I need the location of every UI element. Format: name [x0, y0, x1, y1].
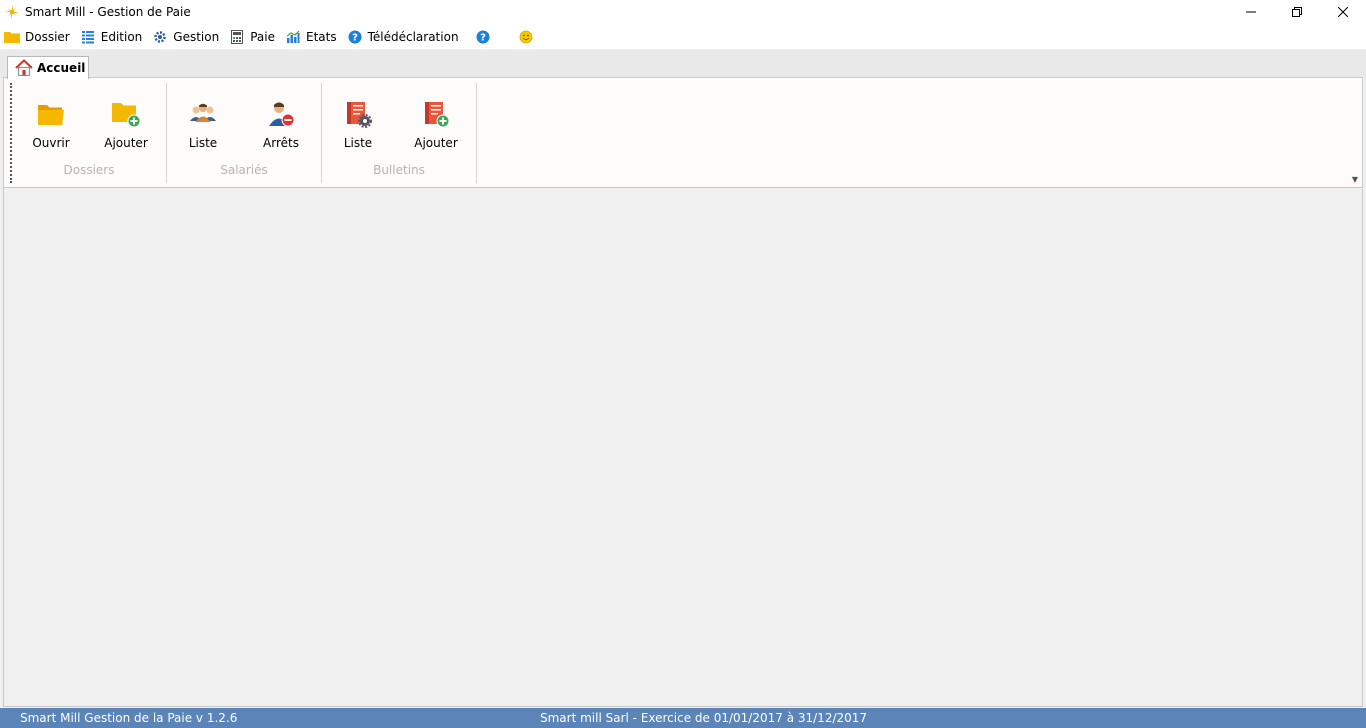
calculator-icon — [229, 29, 245, 45]
restore-icon — [1292, 7, 1302, 17]
status-version: Smart Mill Gestion de la Paie v 1.2.6 — [20, 711, 238, 725]
menu-edition[interactable]: Edition — [76, 26, 147, 48]
close-button[interactable] — [1320, 0, 1366, 24]
payslip-settings-icon — [342, 98, 374, 130]
window-controls — [1228, 0, 1366, 24]
liste-bulletins-button[interactable]: Liste — [326, 98, 390, 154]
ajouter-bulletin-button[interactable]: Ajouter — [404, 98, 468, 154]
folder-open-icon — [35, 98, 67, 130]
folder-icon — [4, 29, 20, 45]
smiley-icon — [518, 29, 534, 45]
menu-dossier[interactable]: Dossier — [0, 26, 74, 48]
status-exercice: Smart mill Sarl - Exercice de 01/01/2017… — [540, 711, 868, 725]
arrets-salaries-button[interactable]: Arrêts — [249, 98, 313, 154]
help-icon: ? — [475, 29, 491, 45]
main-workspace — [3, 188, 1363, 707]
gear-icon — [152, 29, 168, 45]
home-icon — [15, 59, 33, 77]
group-label-dossiers: Dossiers — [63, 163, 115, 177]
group-salaries: Liste Arrêts Salariés — [167, 78, 321, 187]
svg-text:?: ? — [352, 32, 358, 43]
chart-icon — [285, 29, 301, 45]
minimize-button[interactable] — [1228, 0, 1274, 24]
ribbon-tab-strip — [0, 50, 1366, 78]
menu-about[interactable] — [514, 26, 543, 48]
tab-accueil[interactable]: Accueil — [7, 56, 89, 79]
menu-paie[interactable]: Paie — [225, 26, 279, 48]
group-label-salaries: Salariés — [220, 163, 268, 177]
group-label-bulletins: Bulletins — [373, 163, 425, 177]
menu-etats[interactable]: Etats — [281, 26, 341, 48]
menu-help[interactable]: ? — [471, 26, 500, 48]
menu-bar: Dossier Edition Gestion Paie Etats ? Tél… — [0, 24, 1366, 49]
title-bar: Smart Mill - Gestion de Paie — [0, 0, 1366, 24]
group-separator — [476, 83, 477, 183]
folder-add-icon — [110, 98, 142, 130]
minimize-icon — [1246, 11, 1256, 13]
restore-button[interactable] — [1274, 0, 1320, 24]
status-bar: Smart Mill Gestion de la Paie v 1.2.6 Sm… — [0, 708, 1366, 728]
employees-icon — [187, 98, 219, 130]
liste-salaries-button[interactable]: Liste — [171, 98, 235, 154]
ribbon-expand-arrow-icon[interactable]: ▼ — [1352, 175, 1358, 184]
list-icon — [80, 29, 96, 45]
ouvrir-dossier-button[interactable]: Ouvrir — [19, 98, 83, 154]
group-dossiers: Ouvrir Ajouter Dossiers — [12, 78, 166, 187]
app-logo-icon — [5, 5, 19, 19]
ribbon-panel: Ouvrir Ajouter Dossiers Liste Arrêts Sal… — [3, 77, 1363, 188]
menu-gestion[interactable]: Gestion — [148, 26, 223, 48]
employee-stop-icon — [265, 98, 297, 130]
group-bulletins: Liste Ajouter Bulletins — [322, 78, 476, 187]
close-icon — [1338, 7, 1348, 17]
menu-teledeclaration[interactable]: ? Télédéclaration — [343, 26, 463, 48]
svg-text:?: ? — [480, 32, 486, 43]
payslip-add-icon — [420, 98, 452, 130]
window-title: Smart Mill - Gestion de Paie — [25, 5, 191, 19]
help-icon: ? — [347, 29, 363, 45]
ajouter-dossier-button[interactable]: Ajouter — [94, 98, 158, 154]
